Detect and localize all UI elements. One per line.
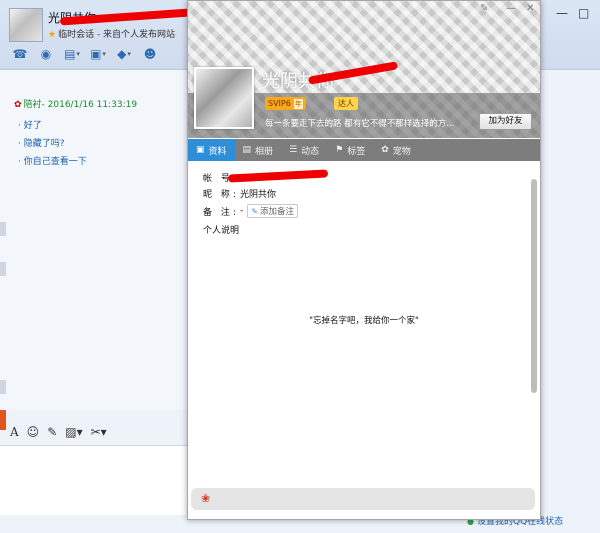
intro-text: "忘掉名字吧，我给你一个家" <box>309 316 419 326</box>
nickname-row: 昵 称: 光阴共你 <box>203 187 276 200</box>
intro-label: 个人说明 <box>203 226 240 236</box>
emoji-icon[interactable]: ☺ <box>27 425 40 439</box>
daren-badge[interactable]: 达人 <box>334 97 358 110</box>
gift-icon[interactable]: ❀ <box>201 492 210 505</box>
session-subtitle: ★ 临时会话 - 来自个人发布网站 <box>48 27 175 40</box>
profile-tabs: ▣ 资料 ▤ 相册 ☰ 动态 ⚑ 标签 ✿ 宠物 <box>188 139 540 161</box>
image-icon[interactable]: ▨▾ <box>65 425 82 439</box>
pin-icon[interactable]: ✎ <box>480 3 488 14</box>
screenshot-icon[interactable]: ✂▾ <box>91 425 107 439</box>
session-subtitle-text: 临时会话 - 来自个人发布网站 <box>58 30 176 40</box>
side-edge <box>0 222 6 236</box>
side-tab[interactable] <box>0 410 6 430</box>
nickname-label: 昵 称: <box>203 190 239 200</box>
minimize-icon[interactable]: — <box>556 6 568 20</box>
side-edge <box>0 380 6 394</box>
chat-toolbar: ☎ ◉ ▤ ▣ ◆ ☻ <box>10 45 160 63</box>
profile-footer: ❀ <box>191 488 535 510</box>
svip-level: SVIP6 <box>268 99 291 108</box>
edit-icon[interactable]: ✎ <box>47 425 57 439</box>
contact-avatar[interactable] <box>9 8 43 42</box>
screen-share-icon[interactable]: ▣ <box>88 45 108 63</box>
profile-avatar[interactable] <box>194 67 254 129</box>
remark-row: 备 注: - 添加备注 <box>203 204 298 218</box>
tab-profile[interactable]: ▣ 资料 <box>188 139 235 161</box>
voice-call-icon[interactable]: ☎ <box>10 45 30 63</box>
video-call-icon[interactable]: ◉ <box>36 45 56 63</box>
star-icon: ★ <box>48 30 57 40</box>
remark-label: 备 注: <box>203 207 239 218</box>
pet-icon: ✿ <box>381 145 389 155</box>
tab-album[interactable]: ▤ 相册 <box>235 139 282 161</box>
scrollbar[interactable] <box>531 179 537 393</box>
rose-icon: ✿ <box>14 100 22 110</box>
tab-tags[interactable]: ⚑ 标签 <box>327 139 373 161</box>
maximize-icon[interactable]: □ <box>578 6 589 20</box>
svip-badge[interactable]: SVIP6 年 <box>265 97 306 110</box>
feed-icon: ☰ <box>289 145 298 155</box>
message-header: ✿ 陪衬- 2016/1/16 11:33:19 <box>14 97 137 110</box>
message-line: · 你自己查看一下 <box>18 157 87 167</box>
font-icon[interactable]: A <box>10 425 19 439</box>
message-line: · 好了 <box>18 121 42 131</box>
profile-card-icon: ▣ <box>196 145 205 155</box>
photo-album-icon: ▤ <box>242 145 252 155</box>
annual-badge: 年 <box>293 98 303 109</box>
send-file-icon[interactable]: ▤ <box>62 45 82 63</box>
tab-feed[interactable]: ☰ 动态 <box>281 139 327 161</box>
message-input[interactable] <box>0 445 188 515</box>
nickname-value: 光阴共你 <box>240 190 277 200</box>
side-edge <box>0 262 6 276</box>
daren-label: 达人 <box>338 99 354 108</box>
remark-value: - <box>240 206 244 216</box>
profile-motto: 每一条要走下去的路 都有它不得不那样选择的方... <box>265 119 455 129</box>
profile-card: ✎ — ✕ 光阴共你 SVIP6 年 达人 每一条要走下去的路 都有它不得不那样选… <box>187 0 541 520</box>
redaction-scribble <box>227 169 329 183</box>
app-icon[interactable]: ◆ <box>114 45 134 63</box>
tab-pet[interactable]: ✿ 宠物 <box>373 139 419 161</box>
add-friend-button[interactable]: 加为好友 <box>479 113 532 130</box>
input-toolbar: A ☺ ✎ ▨▾ ✂▾ <box>10 425 107 439</box>
close-icon[interactable]: ✕ <box>526 3 534 14</box>
message-sender-time: 陪衬- 2016/1/16 11:33:19 <box>23 100 138 110</box>
tag-icon: ⚑ <box>335 145 344 155</box>
add-remark-button[interactable]: 添加备注 <box>247 204 298 218</box>
message-line: · 隐藏了吗? <box>18 139 65 149</box>
minimize-icon[interactable]: — <box>506 3 516 14</box>
contacts-icon[interactable]: ☻ <box>140 45 160 63</box>
profile-header: ✎ — ✕ 光阴共你 SVIP6 年 达人 每一条要走下去的路 都有它不得不那样选… <box>188 1 540 138</box>
